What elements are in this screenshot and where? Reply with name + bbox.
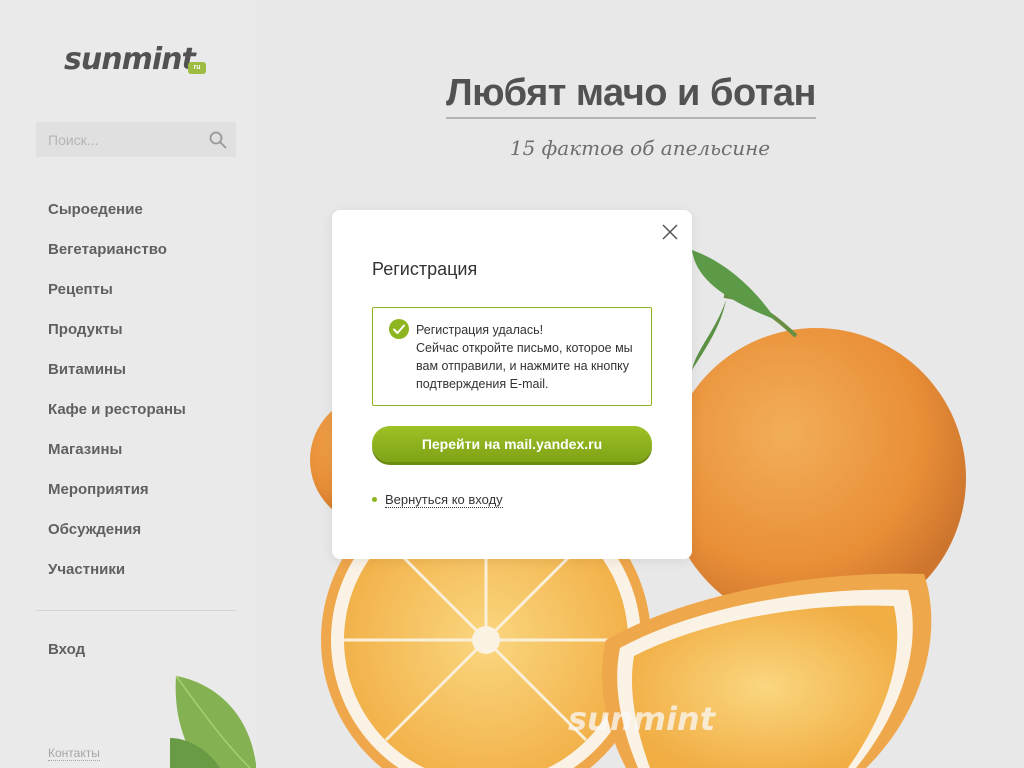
modal-title: Регистрация [372, 259, 478, 279]
bullet-icon [372, 497, 377, 503]
back-to-login-link[interactable]: Вернуться ко входу [372, 492, 503, 508]
success-notice: Регистрация удалась! Сейчас откройте пис… [372, 307, 652, 406]
notice-body: Сейчас откройте письмо, которое мы вам о… [416, 341, 633, 391]
notice-text: Регистрация удалась! Сейчас откройте пис… [416, 321, 642, 393]
open-mail-button[interactable]: Перейти на mail.yandex.ru [372, 426, 652, 462]
check-circle-icon [389, 319, 409, 339]
notice-heading: Регистрация удалась! [416, 323, 544, 337]
back-to-login-label: Вернуться ко входу [385, 492, 503, 508]
registration-modal: Регистрация Регистрация удалась! Сейчас … [332, 210, 692, 559]
close-icon[interactable] [662, 224, 678, 240]
